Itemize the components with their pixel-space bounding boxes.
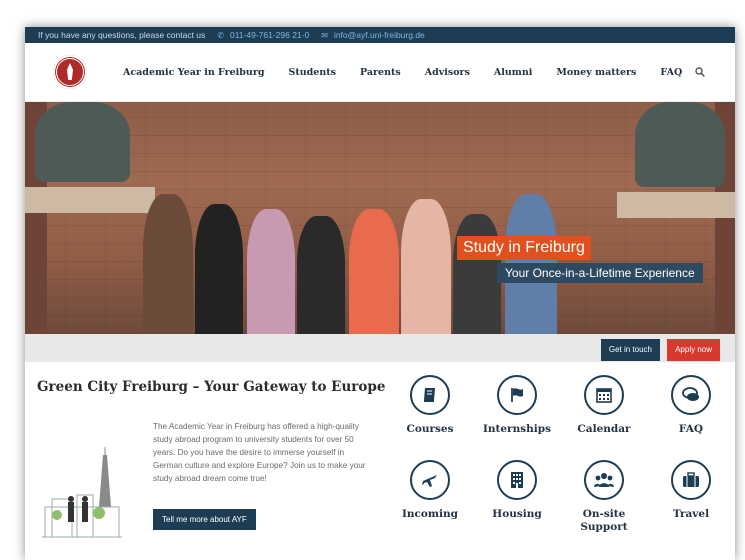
plane-icon xyxy=(410,460,450,500)
tile-label: FAQ xyxy=(678,423,704,435)
hero-subtitle: Your Once-in-a-Lifetime Experience xyxy=(497,263,703,283)
building-icon xyxy=(497,460,537,500)
freiburg-sketch-illustration xyxy=(42,447,122,538)
tell-me-more-button[interactable]: Tell me more about AYF xyxy=(153,509,256,530)
nav-item-money-matters[interactable]: Money matters xyxy=(556,67,636,78)
hero-title: Study in Freiburg xyxy=(457,236,591,260)
suitcase-icon xyxy=(671,460,711,500)
calendar-icon xyxy=(584,375,624,415)
nav-item-faq[interactable]: FAQ xyxy=(660,67,682,78)
nav-item-parents[interactable]: Parents xyxy=(360,67,401,78)
phone-icon: ✆ xyxy=(217,30,224,40)
cta-bar: Get in touch Apply now xyxy=(25,334,735,362)
chat-icon xyxy=(671,375,711,415)
tile-label: On-site Support xyxy=(580,508,628,533)
apply-now-button[interactable]: Apply now xyxy=(667,339,720,361)
nav-item-students[interactable]: Students xyxy=(288,67,336,78)
hero-banner: Study in Freiburg Your Once-in-a-Lifetim… xyxy=(25,102,735,334)
tile-on-site-support[interactable]: On-site Support xyxy=(564,460,644,534)
ayf-logo[interactable] xyxy=(53,55,87,89)
book-icon xyxy=(410,375,450,415)
flag-icon xyxy=(497,375,537,415)
browser-frame: If you have any questions, please contac… xyxy=(25,27,735,560)
group-icon xyxy=(584,460,624,500)
statue-right xyxy=(635,102,725,187)
section-heading: Green City Freiburg – Your Gateway to Eu… xyxy=(37,379,386,395)
intro-paragraph: The Academic Year in Freiburg has offere… xyxy=(153,422,366,483)
tile-internships[interactable]: Internships xyxy=(477,375,557,436)
mail-icon: ✉ xyxy=(321,30,328,40)
main-content: Green City Freiburg – Your Gateway to Eu… xyxy=(25,362,735,560)
nav-menu: Academic Year in Freiburg Students Paren… xyxy=(123,67,706,78)
nav-item-advisors[interactable]: Advisors xyxy=(425,67,470,78)
tile-label: Incoming xyxy=(401,508,459,520)
get-in-touch-button[interactable]: Get in touch xyxy=(600,339,660,361)
hero-plinth-right xyxy=(617,192,735,218)
tile-label: Courses xyxy=(406,423,454,435)
phone-link[interactable]: 011-49-761-296 21-0 xyxy=(230,30,309,40)
email-link[interactable]: info@ayf.uni-freiburg.de xyxy=(334,30,425,40)
statue-left xyxy=(35,102,130,182)
search-icon[interactable] xyxy=(695,67,705,77)
tile-label: Calendar xyxy=(577,423,631,435)
contact-text: If you have any questions, please contac… xyxy=(38,30,206,40)
tile-incoming[interactable]: Incoming xyxy=(390,460,470,521)
nav-item-academic-year[interactable]: Academic Year in Freiburg xyxy=(123,67,264,78)
tile-courses[interactable]: Courses xyxy=(390,375,470,436)
nav-item-alumni[interactable]: Alumni xyxy=(494,67,532,78)
tile-calendar[interactable]: Calendar xyxy=(564,375,644,436)
tile-travel[interactable]: Travel xyxy=(651,460,731,521)
main-navigation: Academic Year in Freiburg Students Paren… xyxy=(25,43,735,102)
hero-plinth-left xyxy=(25,187,155,213)
tile-faq[interactable]: FAQ xyxy=(651,375,731,436)
top-contact-bar: If you have any questions, please contac… xyxy=(25,27,735,43)
student-group-photo xyxy=(143,119,625,334)
tile-label: Housing xyxy=(492,508,542,520)
tile-label: Travel xyxy=(672,508,710,520)
tile-housing[interactable]: Housing xyxy=(477,460,557,521)
tile-label: Internships xyxy=(482,423,552,435)
